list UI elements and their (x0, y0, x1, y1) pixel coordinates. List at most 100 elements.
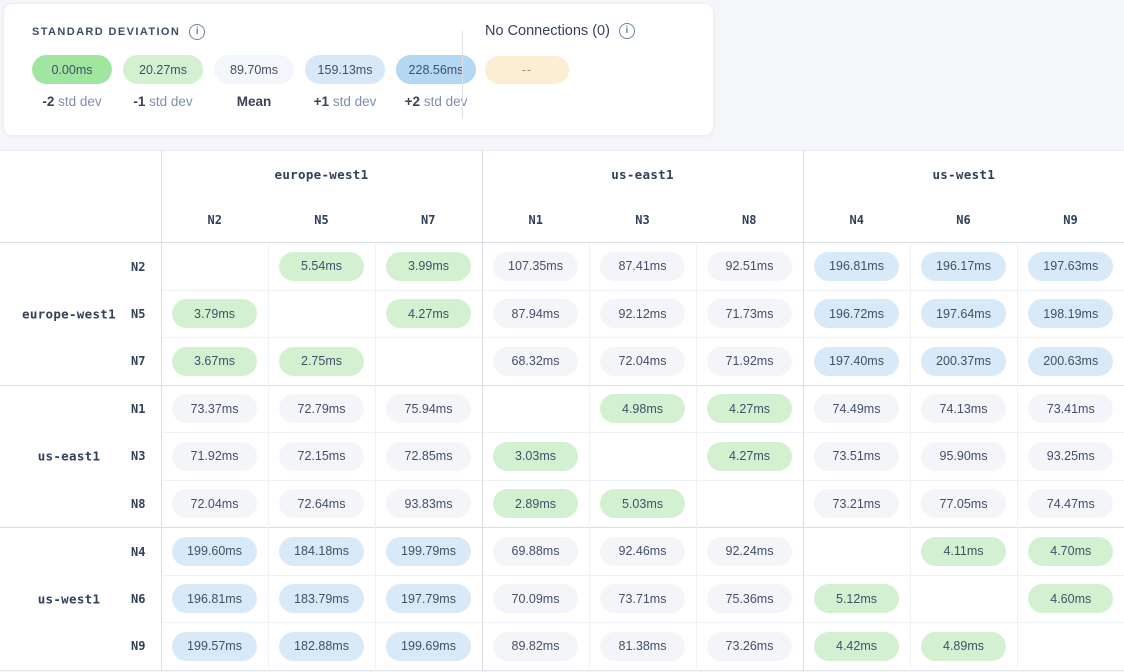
latency-pill[interactable]: 73.37ms (172, 394, 257, 423)
matrix-cell: 4.70ms (1017, 528, 1124, 576)
legend-stop-label: -2 std dev (42, 94, 101, 109)
latency-pill[interactable]: 74.47ms (1028, 489, 1113, 518)
latency-pill[interactable]: 93.83ms (386, 489, 471, 518)
matrix-cell: 4.89ms (910, 623, 1017, 671)
latency-pill[interactable]: 4.27ms (707, 442, 792, 471)
latency-pill[interactable]: 3.03ms (493, 442, 578, 471)
matrix-cell: 93.83ms (375, 480, 482, 528)
latency-pill[interactable]: 3.99ms (386, 252, 471, 281)
latency-pill[interactable]: 4.60ms (1028, 584, 1113, 613)
latency-pill[interactable]: 2.89ms (493, 489, 578, 518)
latency-pill[interactable]: 72.15ms (279, 442, 364, 471)
latency-pill[interactable]: 200.63ms (1028, 347, 1113, 376)
info-icon[interactable]: i (619, 23, 635, 39)
latency-pill[interactable]: 93.25ms (1028, 442, 1113, 471)
latency-pill[interactable]: 4.27ms (707, 394, 792, 423)
latency-pill[interactable]: 73.71ms (600, 584, 685, 613)
matrix-header: europe-west1us-east1us-west1N2N5N7N1N3N8… (0, 151, 1124, 243)
latency-pill[interactable]: 183.79ms (279, 584, 364, 613)
latency-pill[interactable]: 196.81ms (172, 584, 257, 613)
matrix-cell: 92.46ms (589, 528, 696, 576)
latency-pill[interactable]: 200.37ms (921, 347, 1006, 376)
matrix-cell: 72.15ms (268, 433, 375, 481)
latency-pill[interactable]: 81.38ms (600, 632, 685, 661)
latency-pill[interactable]: 92.46ms (600, 537, 685, 566)
latency-pill[interactable]: 72.04ms (600, 347, 685, 376)
latency-pill[interactable]: 92.51ms (707, 252, 792, 281)
column-group-header: europe-west1 (161, 151, 482, 198)
latency-pill[interactable]: 77.05ms (921, 489, 1006, 518)
latency-pill[interactable]: 199.79ms (386, 537, 471, 566)
latency-pill[interactable]: 95.90ms (921, 442, 1006, 471)
latency-pill[interactable]: 4.11ms (921, 537, 1006, 566)
latency-pill[interactable]: 184.18ms (279, 537, 364, 566)
latency-pill[interactable]: 196.81ms (814, 252, 899, 281)
matrix-cell: 198.19ms (1017, 290, 1124, 338)
latency-pill[interactable]: 5.54ms (279, 252, 364, 281)
latency-pill[interactable]: 70.09ms (493, 584, 578, 613)
latency-pill[interactable]: 199.69ms (386, 632, 471, 661)
latency-pill[interactable]: 73.21ms (814, 489, 899, 518)
latency-pill[interactable]: 198.19ms (1028, 299, 1113, 328)
no-connections-title: No Connections (0) (485, 23, 610, 39)
std-dev-section: STANDARD DEVIATION i 0.00ms-2 std dev20.… (4, 4, 462, 135)
latency-pill[interactable]: 182.88ms (279, 632, 364, 661)
latency-pill[interactable]: 5.03ms (600, 489, 685, 518)
latency-pill[interactable]: 197.63ms (1028, 252, 1113, 281)
matrix-cell (268, 290, 375, 338)
latency-pill[interactable]: 68.32ms (493, 347, 578, 376)
latency-pill[interactable]: 87.41ms (600, 252, 685, 281)
latency-pill[interactable]: 71.73ms (707, 299, 792, 328)
no-connections-pill: -- (485, 56, 569, 84)
latency-pill[interactable]: 196.72ms (814, 299, 899, 328)
row-header: N8 (0, 480, 161, 528)
latency-pill[interactable]: 3.79ms (172, 299, 257, 328)
latency-pill[interactable]: 3.67ms (172, 347, 257, 376)
latency-pill[interactable]: 73.26ms (707, 632, 792, 661)
latency-pill[interactable]: 4.70ms (1028, 537, 1113, 566)
latency-pill[interactable]: 72.64ms (279, 489, 364, 518)
latency-pill[interactable]: 71.92ms (707, 347, 792, 376)
latency-pill[interactable]: 5.12ms (814, 584, 899, 613)
matrix-cell: 92.24ms (696, 528, 803, 576)
latency-pill[interactable]: 199.57ms (172, 632, 257, 661)
latency-pill[interactable]: 199.60ms (172, 537, 257, 566)
latency-pill[interactable]: 73.51ms (814, 442, 899, 471)
latency-pill[interactable]: 75.36ms (707, 584, 792, 613)
latency-pill[interactable]: 4.42ms (814, 632, 899, 661)
latency-pill[interactable]: 72.85ms (386, 442, 471, 471)
latency-pill[interactable]: 4.98ms (600, 394, 685, 423)
latency-pill[interactable]: 92.12ms (600, 299, 685, 328)
matrix-cell: 74.49ms (803, 385, 910, 433)
latency-pill[interactable]: 197.79ms (386, 584, 471, 613)
latency-pill[interactable]: 74.13ms (921, 394, 1006, 423)
matrix-cell (1017, 623, 1124, 671)
latency-pill[interactable]: 197.64ms (921, 299, 1006, 328)
latency-pill[interactable]: 72.79ms (279, 394, 364, 423)
info-icon[interactable]: i (189, 24, 205, 40)
matrix-cell: 71.92ms (696, 338, 803, 386)
latency-pill[interactable]: 73.41ms (1028, 394, 1113, 423)
latency-pill[interactable]: 72.04ms (172, 489, 257, 518)
matrix-cell: 199.79ms (375, 528, 482, 576)
latency-pill[interactable]: 89.82ms (493, 632, 578, 661)
latency-pill[interactable]: 2.75ms (279, 347, 364, 376)
stop-label-bold: +2 (405, 94, 420, 109)
latency-pill[interactable]: 71.92ms (172, 442, 257, 471)
latency-pill[interactable]: 196.17ms (921, 252, 1006, 281)
matrix-cell: 71.92ms (161, 433, 268, 481)
latency-pill[interactable]: 107.35ms (493, 252, 578, 281)
row-header: us-east1N3 (0, 433, 161, 481)
latency-pill[interactable]: 4.27ms (386, 299, 471, 328)
latency-pill[interactable]: 69.88ms (493, 537, 578, 566)
matrix-cell: 73.21ms (803, 480, 910, 528)
latency-pill[interactable]: 74.49ms (814, 394, 899, 423)
latency-pill[interactable]: 75.94ms (386, 394, 471, 423)
latency-pill[interactable]: 197.40ms (814, 347, 899, 376)
matrix-cell (910, 575, 1017, 623)
latency-pill[interactable]: 87.94ms (493, 299, 578, 328)
column-node-header: N2 (161, 198, 268, 243)
matrix-cell: 73.26ms (696, 623, 803, 671)
latency-pill[interactable]: 92.24ms (707, 537, 792, 566)
latency-pill[interactable]: 4.89ms (921, 632, 1006, 661)
